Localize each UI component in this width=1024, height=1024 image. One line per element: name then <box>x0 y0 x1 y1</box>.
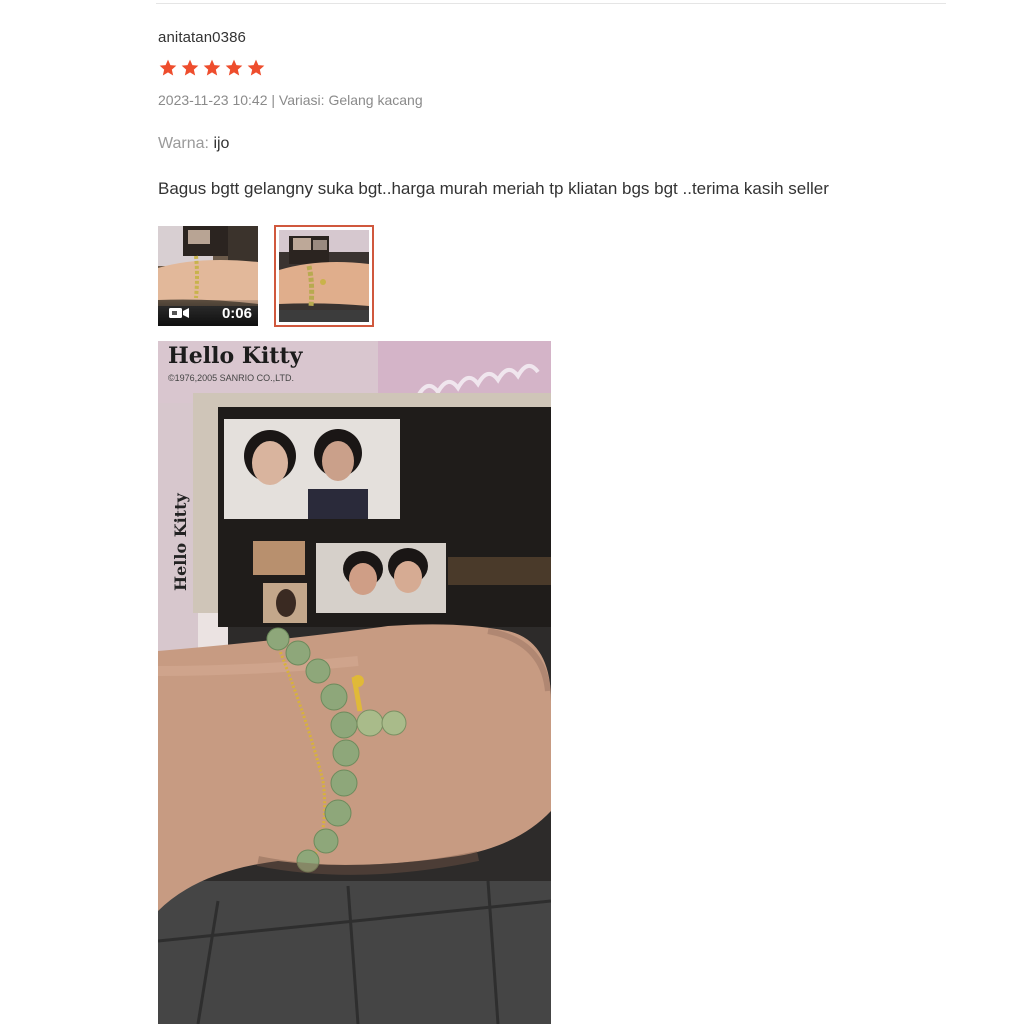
color-attribute-value: ijo <box>213 135 230 152</box>
star-icon <box>247 59 265 76</box>
video-overlay: 0:06 <box>158 300 258 326</box>
video-camera-icon <box>169 308 189 318</box>
rating-stars <box>158 58 266 80</box>
product-review: anitatan0386 2023-11-23 10:42 | Variasi:… <box>158 0 958 1024</box>
svg-text:Hello Kitty: Hello Kitty <box>171 493 190 591</box>
color-attribute-label: Warna: <box>158 135 209 152</box>
image-thumbnail-selected[interactable] <box>274 225 374 327</box>
review-photo[interactable]: Hello Kitty ©1976,2005 SANRIO CO.,LTD. H… <box>158 341 551 1024</box>
video-duration: 0:06 <box>221 304 252 322</box>
review-comment: Bagus bgtt gelangny suka bgt..harga mura… <box>158 179 829 198</box>
star-icon <box>203 59 221 76</box>
photo-copyright-text: ©1976,2005 SANRIO CO.,LTD. <box>168 373 294 383</box>
review-username: anitatan0386 <box>158 29 246 46</box>
star-icon <box>225 59 243 76</box>
star-icon <box>159 59 177 76</box>
review-meta: 2023-11-23 10:42 | Variasi: Gelang kacan… <box>158 92 423 108</box>
video-thumbnail[interactable]: 0:06 <box>158 226 258 326</box>
photo-brand-text: Hello Kitty <box>168 343 304 369</box>
color-attribute: Warna: ijo <box>158 135 229 153</box>
review-photo-image: Hello Kitty ©1976,2005 SANRIO CO.,LTD. H… <box>158 341 551 1024</box>
star-icon <box>181 59 199 76</box>
image-thumbnail-image <box>279 230 369 322</box>
